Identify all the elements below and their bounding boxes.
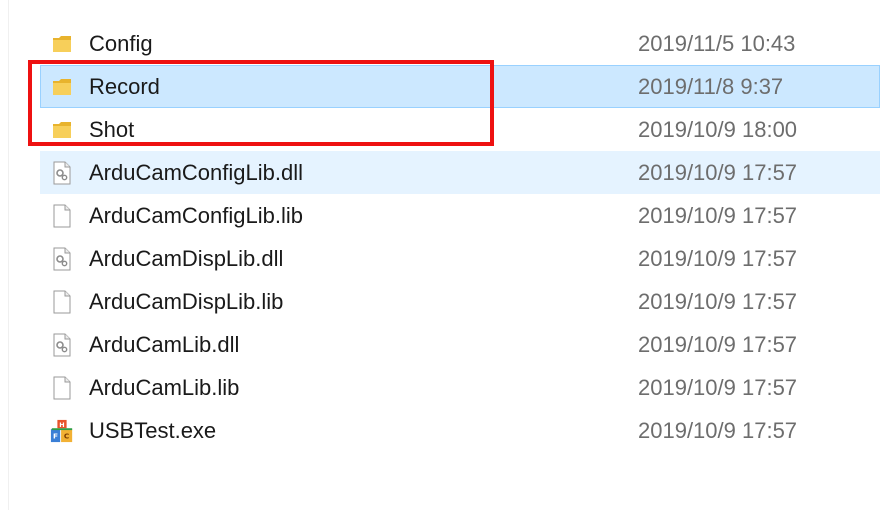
file-row-record[interactable]: Record 2019/11/8 9:37 <box>40 65 880 108</box>
file-date-modified: 2019/10/9 17:57 <box>638 245 798 271</box>
file-date-modified: 2019/10/9 17:57 <box>638 288 798 314</box>
file-date-modified: 2019/10/9 17:57 <box>638 374 798 400</box>
file-date-modified: 2019/10/9 17:57 <box>638 417 798 443</box>
file-name: ArduCamConfigLib.dll <box>89 159 303 185</box>
file-name: USBTest.exe <box>89 417 217 443</box>
file-name: Config <box>89 30 153 56</box>
blank-file-icon <box>50 376 74 400</box>
file-name: ArduCamDispLib.dll <box>89 245 284 271</box>
file-name: ArduCamLib.dll <box>89 331 240 357</box>
file-date-modified: 2019/10/9 17:57 <box>638 159 798 185</box>
blank-file-icon <box>50 290 74 314</box>
svg-text:H: H <box>59 420 64 428</box>
exe-app-icon: H F C <box>50 419 74 443</box>
file-row-config[interactable]: Config 2019/11/5 10:43 <box>40 22 880 65</box>
file-name: ArduCamDispLib.lib <box>89 288 284 314</box>
file-explorer-window: Config 2019/11/5 10:43 Record 2019/11/8 … <box>0 0 880 510</box>
file-row-arducamlib-dll[interactable]: ArduCamLib.dll 2019/10/9 17:57 <box>40 323 880 366</box>
file-date-modified: 2019/10/9 17:57 <box>638 331 798 357</box>
file-row-arducamdisplib-dll[interactable]: ArduCamDispLib.dll 2019/10/9 17:57 <box>40 237 880 280</box>
file-row-arducamconfiglib-dll[interactable]: ArduCamConfigLib.dll 2019/10/9 17:57 <box>40 151 880 194</box>
file-name: ArduCamConfigLib.lib <box>89 202 303 228</box>
svg-text:F: F <box>53 431 58 440</box>
blank-file-icon <box>50 204 74 228</box>
file-name: Record <box>89 73 160 99</box>
folder-icon <box>50 75 74 99</box>
file-date-modified: 2019/10/9 17:57 <box>638 202 798 228</box>
folder-icon <box>50 32 74 56</box>
file-name: Shot <box>89 116 135 142</box>
file-list: Config 2019/11/5 10:43 Record 2019/11/8 … <box>40 22 880 452</box>
file-row-arducamconfiglib-lib[interactable]: ArduCamConfigLib.lib 2019/10/9 17:57 <box>40 194 880 237</box>
file-row-arducamlib-lib[interactable]: ArduCamLib.lib 2019/10/9 17:57 <box>40 366 880 409</box>
dll-file-icon <box>50 161 74 185</box>
folder-icon <box>50 118 74 142</box>
pane-divider <box>8 0 9 510</box>
file-date-modified: 2019/10/9 18:00 <box>638 116 798 142</box>
file-date-modified: 2019/11/5 10:43 <box>638 30 796 56</box>
file-row-shot[interactable]: Shot 2019/10/9 18:00 <box>40 108 880 151</box>
svg-text:C: C <box>64 431 69 440</box>
file-row-arducamdisplib-lib[interactable]: ArduCamDispLib.lib 2019/10/9 17:57 <box>40 280 880 323</box>
file-row-usbtest-exe[interactable]: H F C USBTest.exe 2019/10/9 17:57 <box>40 409 880 452</box>
dll-file-icon <box>50 333 74 357</box>
dll-file-icon <box>50 247 74 271</box>
file-name: ArduCamLib.lib <box>89 374 240 400</box>
file-date-modified: 2019/11/8 9:37 <box>638 73 784 99</box>
